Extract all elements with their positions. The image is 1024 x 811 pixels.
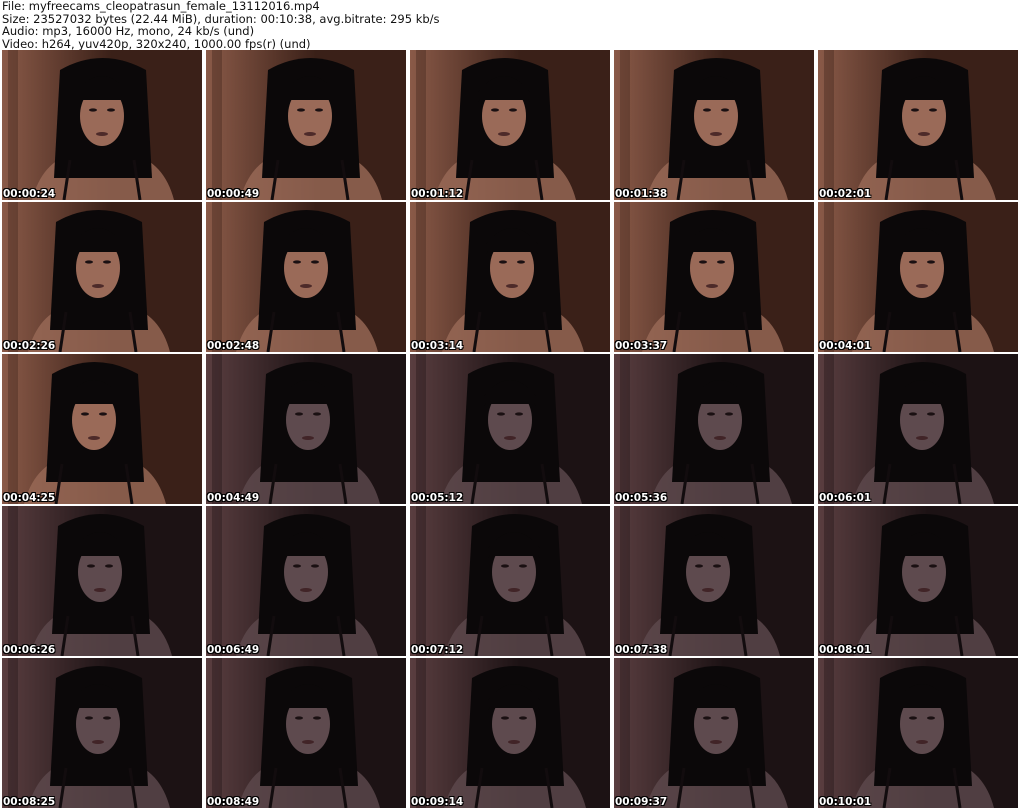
video-thumbnail: 00:07:12 xyxy=(410,506,610,656)
thumbnail-timestamp: 00:00:24 xyxy=(3,188,56,200)
video-thumbnail: 00:04:01 xyxy=(818,202,1018,352)
thumbnail-frame xyxy=(410,50,610,200)
thumbnail-frame xyxy=(206,50,406,200)
thumbnail-frame xyxy=(818,50,1018,200)
thumbnail-frame xyxy=(2,50,202,200)
thumbnail-timestamp: 00:04:49 xyxy=(207,492,260,504)
video-thumbnail: 00:01:12 xyxy=(410,50,610,200)
thumbnail-timestamp: 00:10:01 xyxy=(819,796,872,808)
video-thumbnail: 00:02:01 xyxy=(818,50,1018,200)
video-thumbnail: 00:08:25 xyxy=(2,658,202,808)
video-thumbnail: 00:10:01 xyxy=(818,658,1018,808)
video-thumbnail: 00:06:01 xyxy=(818,354,1018,504)
thumbnail-frame xyxy=(410,354,610,504)
thumbnail-timestamp: 00:03:14 xyxy=(411,340,464,352)
video-thumbnail: 00:03:14 xyxy=(410,202,610,352)
thumbnail-frame xyxy=(2,506,202,656)
thumbnail-timestamp: 00:04:01 xyxy=(819,340,872,352)
video-thumbnail: 00:09:14 xyxy=(410,658,610,808)
thumbnail-timestamp: 00:09:37 xyxy=(615,796,668,808)
thumbnail-timestamp: 00:08:01 xyxy=(819,644,872,656)
video-thumbnail: 00:04:49 xyxy=(206,354,406,504)
thumbnail-timestamp: 00:02:01 xyxy=(819,188,872,200)
thumbnail-timestamp: 00:09:14 xyxy=(411,796,464,808)
thumbnail-timestamp: 00:03:37 xyxy=(615,340,668,352)
thumbnail-timestamp: 00:07:38 xyxy=(615,644,668,656)
thumbnail-frame xyxy=(818,658,1018,808)
thumbnail-frame xyxy=(818,202,1018,352)
audio-line: Audio: mp3, 16000 Hz, mono, 24 kb/s (und… xyxy=(2,24,255,38)
thumbnail-timestamp: 00:02:26 xyxy=(3,340,56,352)
video-thumbnail: 00:06:49 xyxy=(206,506,406,656)
thumbnail-timestamp: 00:01:38 xyxy=(615,188,668,200)
thumbnail-frame xyxy=(206,658,406,808)
thumbnail-frame xyxy=(818,354,1018,504)
video-thumbnail: 00:00:49 xyxy=(206,50,406,200)
thumbnail-frame xyxy=(614,658,814,808)
thumbnail-timestamp: 00:02:48 xyxy=(207,340,260,352)
thumbnail-frame xyxy=(206,354,406,504)
video-thumbnail: 00:02:26 xyxy=(2,202,202,352)
thumbnail-timestamp: 00:07:12 xyxy=(411,644,464,656)
video-thumbnail: 00:08:49 xyxy=(206,658,406,808)
video-thumbnail: 00:07:38 xyxy=(614,506,814,656)
thumbnail-frame xyxy=(410,658,610,808)
thumbnail-frame xyxy=(410,202,610,352)
thumbnail-timestamp: 00:05:36 xyxy=(615,492,668,504)
thumbnail-frame xyxy=(2,658,202,808)
thumbnail-frame xyxy=(818,506,1018,656)
thumbnail-timestamp: 00:06:01 xyxy=(819,492,872,504)
video-info-header: File: myfreecams_cleopatrasun_female_131… xyxy=(2,0,1022,50)
thumbnail-timestamp: 00:05:12 xyxy=(411,492,464,504)
video-thumbnail: 00:05:12 xyxy=(410,354,610,504)
video-thumbnail: 00:03:37 xyxy=(614,202,814,352)
video-thumbnail: 00:04:25 xyxy=(2,354,202,504)
thumbnail-timestamp: 00:00:49 xyxy=(207,188,260,200)
video-line: Video: h264, yuv420p, 320x240, 1000.00 f… xyxy=(2,36,311,51)
thumbnail-frame xyxy=(206,506,406,656)
thumbnail-timestamp: 00:04:25 xyxy=(3,492,56,504)
thumbnail-frame xyxy=(614,506,814,656)
video-thumbnail: 00:02:48 xyxy=(206,202,406,352)
video-thumbnail: 00:08:01 xyxy=(818,506,1018,656)
thumbnail-timestamp: 00:06:49 xyxy=(207,644,260,656)
thumbnail-frame xyxy=(206,202,406,352)
thumbnail-frame xyxy=(2,354,202,504)
thumbnail-frame xyxy=(614,202,814,352)
thumbnail-frame xyxy=(2,202,202,352)
thumbnail-timestamp: 00:01:12 xyxy=(411,188,464,200)
video-thumbnail: 00:05:36 xyxy=(614,354,814,504)
thumbnail-frame xyxy=(614,354,814,504)
thumbnail-timestamp: 00:08:49 xyxy=(207,796,260,808)
thumbnail-grid: 00:00:24 00:00:49 00:01:12 00:01:38 00:02:01… xyxy=(2,50,1022,811)
video-thumbnail: 00:00:24 xyxy=(2,50,202,200)
video-thumbnail: 00:09:37 xyxy=(614,658,814,808)
thumbnail-frame xyxy=(410,506,610,656)
video-thumbnail: 00:01:38 xyxy=(614,50,814,200)
thumbnail-frame xyxy=(614,50,814,200)
video-thumbnail: 00:06:26 xyxy=(2,506,202,656)
thumbnail-timestamp: 00:08:25 xyxy=(3,796,56,808)
file-name-line: File: myfreecams_cleopatrasun_female_131… xyxy=(2,0,320,13)
thumbnail-timestamp: 00:06:26 xyxy=(3,644,56,656)
